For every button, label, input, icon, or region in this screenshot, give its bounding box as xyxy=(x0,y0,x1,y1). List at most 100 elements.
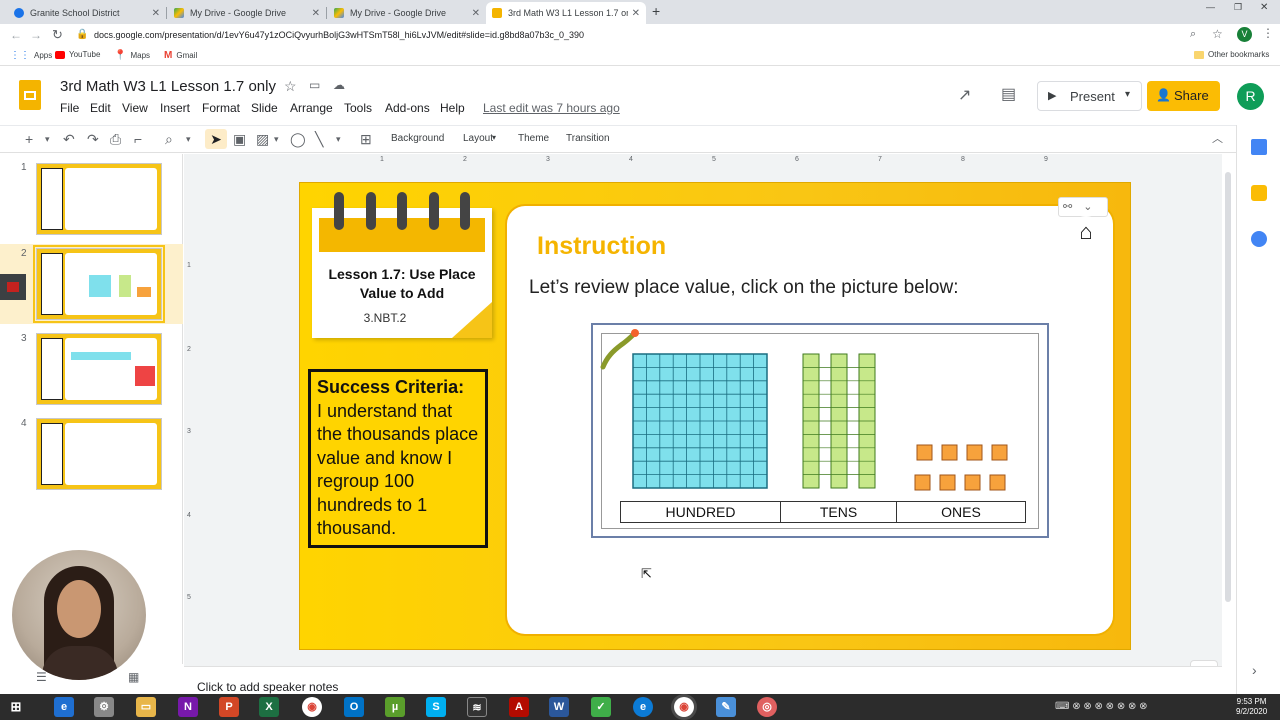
slide-thumbnail-2[interactable] xyxy=(33,245,165,323)
zoom-icon[interactable]: ⌕ xyxy=(165,132,173,146)
other-bookmarks[interactable]: Other bookmarks xyxy=(1194,50,1269,59)
speaker-notes[interactable]: Click to add speaker notes xyxy=(184,666,1222,694)
menu-insert[interactable]: Insert xyxy=(160,101,190,115)
app-green-icon[interactable]: ✓ xyxy=(591,697,611,717)
document-title[interactable]: 3rd Math W3 L1 Lesson 1.7 only xyxy=(60,78,276,95)
sticky-notes-icon[interactable]: ✎ xyxy=(716,697,736,717)
acrobat-icon[interactable]: A xyxy=(509,697,529,717)
keep-icon[interactable] xyxy=(1251,185,1267,201)
activity-trend-icon[interactable]: ↗ xyxy=(958,85,971,105)
theme-button[interactable]: Theme xyxy=(518,133,549,144)
chrome-icon[interactable]: ◉ xyxy=(302,697,322,717)
menu-arrange[interactable]: Arrange xyxy=(290,101,333,115)
skype-icon[interactable]: S xyxy=(426,697,446,717)
new-slide-dropdown-icon[interactable]: ▾ xyxy=(45,132,50,146)
collapse-toolbar-icon[interactable]: ︿ xyxy=(1212,132,1223,146)
settings-app-icon[interactable]: ⚙ xyxy=(94,697,114,717)
restore-icon[interactable]: ❐ xyxy=(1234,2,1242,13)
cloud-status-icon[interactable]: ☁ xyxy=(333,78,345,92)
new-slide-icon[interactable]: + xyxy=(25,132,33,146)
bookmark-star-icon[interactable]: ☆ xyxy=(1212,27,1223,41)
bookmark-youtube[interactable]: YouTube xyxy=(55,50,100,59)
start-icon[interactable]: ⊞ xyxy=(6,697,26,717)
new-tab-button[interactable]: + xyxy=(652,3,660,19)
outlook-icon[interactable]: O xyxy=(344,697,364,717)
grid-view-icon[interactable]: ▦ xyxy=(128,670,139,684)
chevron-down-icon[interactable]: ⌄ xyxy=(1083,201,1092,213)
text-box-icon[interactable]: ▣ xyxy=(233,132,246,146)
transition-button[interactable]: Transition xyxy=(566,133,610,144)
menu-tools[interactable]: Tools xyxy=(344,101,372,115)
bookmark-maps[interactable]: 📍 Maps xyxy=(114,50,150,61)
reload-icon[interactable]: ↻ xyxy=(52,27,63,43)
print-icon[interactable]: ⎙ xyxy=(110,132,121,146)
utorrent-icon[interactable]: µ xyxy=(385,697,405,717)
close-tab-icon[interactable]: ✕ xyxy=(632,8,640,19)
bookmark-apps[interactable]: ⋮⋮ Apps xyxy=(10,50,52,61)
google-slides-logo[interactable] xyxy=(19,80,41,110)
layout-button[interactable]: Layout xyxy=(463,133,493,144)
image-dropdown-icon[interactable]: ▾ xyxy=(274,132,279,146)
close-tab-icon[interactable]: ✕ xyxy=(152,8,160,19)
comment-add-icon[interactable]: ⊞ xyxy=(360,132,372,146)
select-cursor-icon[interactable]: ➤ xyxy=(205,129,227,149)
slide-thumbnail-4[interactable] xyxy=(36,418,162,490)
close-tab-icon[interactable]: ✕ xyxy=(472,8,480,19)
account-avatar[interactable]: R xyxy=(1237,83,1264,110)
menu-slide[interactable]: Slide xyxy=(251,101,278,115)
system-clock[interactable]: 9:53 PM 9/2/2020 xyxy=(1236,697,1267,717)
present-dropdown-icon[interactable]: ▾ xyxy=(1125,89,1130,100)
move-folder-icon[interactable]: ▭ xyxy=(309,78,320,92)
window-close-icon[interactable]: ✕ xyxy=(1260,2,1268,13)
audio-app-icon[interactable]: ≋ xyxy=(467,697,487,717)
slide-thumbnail-1[interactable] xyxy=(36,163,162,235)
undo-icon[interactable]: ↶ xyxy=(63,132,75,146)
profile-avatar[interactable]: V xyxy=(1237,27,1252,42)
edge-icon[interactable]: e xyxy=(633,697,653,717)
paint-format-icon[interactable]: ⌐ xyxy=(134,132,142,146)
scrollbar-thumb[interactable] xyxy=(1225,172,1231,602)
menu-help[interactable]: Help xyxy=(440,101,465,115)
browser-tab-drive-2[interactable]: My Drive - Google Drive ✕ xyxy=(328,2,486,24)
canvas-scrollbar[interactable] xyxy=(1222,154,1236,666)
calendar-icon[interactable] xyxy=(1251,139,1267,155)
comments-icon[interactable]: ▤ xyxy=(1001,84,1016,104)
expand-panel-icon[interactable]: › xyxy=(1252,662,1257,678)
bookmark-gmail[interactable]: M Gmail xyxy=(164,50,197,61)
redo-icon[interactable]: ↷ xyxy=(87,132,99,146)
shape-icon[interactable]: ◯ xyxy=(290,132,306,146)
browser-tab-drive-1[interactable]: My Drive - Google Drive ✕ xyxy=(168,2,326,24)
excel-icon[interactable]: X xyxy=(259,697,279,717)
slide-thumbnail-3[interactable] xyxy=(36,333,162,405)
sidebar-widget[interactable] xyxy=(0,274,26,300)
chrome-active-icon[interactable]: ◉ xyxy=(674,697,694,717)
menu-format[interactable]: Format xyxy=(202,101,240,115)
back-arrow-icon[interactable]: ← xyxy=(10,28,22,42)
share-button[interactable]: 👤 Share xyxy=(1147,81,1220,111)
onenote-icon[interactable]: N xyxy=(178,697,198,717)
browser-menu-icon[interactable]: ⋮ xyxy=(1262,26,1274,40)
image-icon[interactable]: ▨ xyxy=(256,132,269,146)
internet-explorer-icon[interactable]: e xyxy=(54,697,74,717)
background-button[interactable]: Background xyxy=(391,133,444,144)
menu-file[interactable]: File xyxy=(60,101,79,115)
close-tab-icon[interactable]: ✕ xyxy=(312,8,320,19)
file-explorer-icon[interactable]: ▭ xyxy=(136,697,156,717)
tasks-icon[interactable] xyxy=(1251,231,1267,247)
menu-view[interactable]: View xyxy=(122,101,148,115)
layout-dropdown-icon[interactable]: ▾ xyxy=(492,133,496,142)
powerpoint-icon[interactable]: P xyxy=(219,697,239,717)
zoom-search-icon[interactable]: ⌕ xyxy=(1190,28,1196,41)
line-icon[interactable]: ╲ xyxy=(315,132,323,146)
word-icon[interactable]: W xyxy=(549,697,569,717)
home-icon[interactable]: ⌂ xyxy=(1069,216,1103,250)
menu-edit[interactable]: Edit xyxy=(90,101,111,115)
present-button[interactable]: ▶ Present ▾ xyxy=(1037,81,1142,111)
system-tray-icons[interactable]: ⌨ ⊗ ⊗ ⊗ ⊗ ⊗ ⊗ ⊗ xyxy=(1055,701,1148,712)
menu-addons[interactable]: Add-ons xyxy=(385,101,430,115)
minimize-icon[interactable]: — xyxy=(1206,2,1215,12)
forward-arrow-icon[interactable]: → xyxy=(30,28,42,42)
screen-recorder-icon[interactable]: ◎ xyxy=(757,697,777,717)
last-edit-link[interactable]: Last edit was 7 hours ago xyxy=(483,101,620,115)
star-icon[interactable]: ☆ xyxy=(284,78,297,95)
